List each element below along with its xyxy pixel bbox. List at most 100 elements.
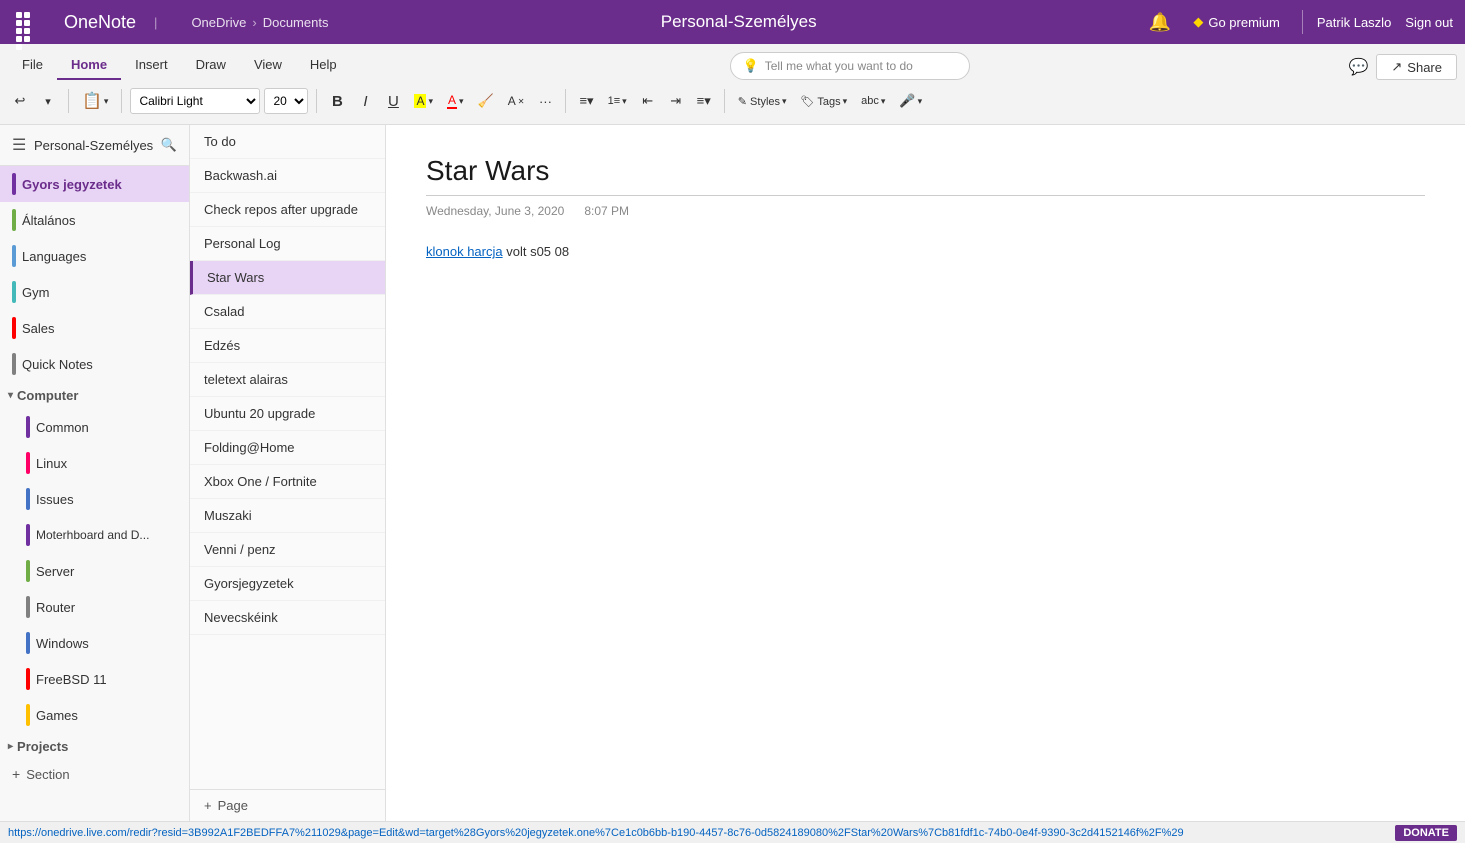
tab-help[interactable]: Help <box>296 51 351 80</box>
breadcrumb-documents[interactable]: Documents <box>263 15 329 30</box>
page-gyorsjegyzetek[interactable]: Gyorsjegyzetek <box>190 567 385 601</box>
indent-right-button[interactable]: ⇥ <box>664 87 688 115</box>
section-label-quick: Quick Notes <box>22 357 93 372</box>
eraser-button[interactable]: 🧹 <box>473 87 499 115</box>
breadcrumb-onedrive[interactable]: OneDrive <box>191 15 246 30</box>
section-games[interactable]: Games <box>14 697 189 733</box>
diamond-icon: ◆ <box>1193 14 1203 30</box>
section-linux[interactable]: Linux <box>14 445 189 481</box>
tab-draw[interactable]: Draw <box>182 51 240 80</box>
page-teletext[interactable]: teletext alairas <box>190 363 385 397</box>
highlight-button[interactable]: A▾ <box>409 87 438 115</box>
section-gyors-jegyzetek[interactable]: Gyors jegyzetek <box>0 166 189 202</box>
user-name[interactable]: Patrik Laszlo <box>1317 15 1391 30</box>
font-color-button[interactable]: A▾ <box>442 87 469 115</box>
page-xbox[interactable]: Xbox One / Fortnite <box>190 465 385 499</box>
bullets-button[interactable]: ≡▾ <box>574 87 598 115</box>
tell-me-box[interactable]: 💡 Tell me what you want to do <box>730 52 970 80</box>
note-link-klonok[interactable]: klonok harcja <box>426 244 503 259</box>
app-name: OneNote <box>64 12 136 33</box>
page-csalad[interactable]: Csalad <box>190 295 385 329</box>
section-common[interactable]: Common <box>14 409 189 445</box>
tool-sep-3 <box>316 89 317 113</box>
section-server[interactable]: Server <box>14 553 189 589</box>
page-personal-log[interactable]: Personal Log <box>190 227 385 261</box>
lightbulb-icon: 💡 <box>743 58 759 74</box>
align-button[interactable]: ≡▾ <box>692 87 716 115</box>
more-tools-button[interactable]: ··· <box>533 87 557 115</box>
go-premium-button[interactable]: ◆ Go premium <box>1185 10 1288 34</box>
spelling-button[interactable]: abc▾ <box>856 87 890 115</box>
section-label-gym: Gym <box>22 285 49 300</box>
note-title[interactable]: Star Wars <box>426 155 1425 196</box>
section-sales[interactable]: Sales <box>0 310 189 346</box>
undo-button[interactable]: ↩ <box>8 87 32 115</box>
page-muszaki[interactable]: Muszaki <box>190 499 385 533</box>
section-label-gyors: Gyors jegyzetek <box>22 177 122 192</box>
section-languages[interactable]: Languages <box>0 238 189 274</box>
hamburger-icon[interactable]: ☰ <box>12 135 26 155</box>
sidebar-search-icon[interactable]: 🔍 <box>161 137 177 153</box>
font-selector[interactable]: Calibri Light <box>130 88 260 114</box>
numbering-button[interactable]: 1≡▾ <box>603 87 632 115</box>
font-size-selector[interactable]: 20 <box>264 88 308 114</box>
share-button[interactable]: ↗ Share <box>1376 54 1457 80</box>
ribbon-tools: ↩ ▾ 📋▾ Calibri Light 20 B I U A▾ A▾ 🧹 A✕… <box>8 80 1457 124</box>
styles-button[interactable]: ✎ Styles▾ <box>733 87 792 115</box>
section-color-quick <box>12 353 16 375</box>
bell-icon[interactable]: 🔔 <box>1149 12 1171 33</box>
section-windows[interactable]: Windows <box>14 625 189 661</box>
section-router[interactable]: Router <box>14 589 189 625</box>
section-freebsd[interactable]: FreeBSD 11 <box>14 661 189 697</box>
underline-button[interactable]: U <box>381 87 405 115</box>
sign-out-link[interactable]: Sign out <box>1405 15 1453 30</box>
bold-button[interactable]: B <box>325 87 349 115</box>
add-page-button[interactable]: + Page <box>190 789 385 821</box>
section-label-languages: Languages <box>22 249 86 264</box>
section-label-linux: Linux <box>36 456 67 471</box>
tab-insert[interactable]: Insert <box>121 51 182 80</box>
breadcrumb: OneDrive › Documents <box>191 15 328 30</box>
page-check-repos[interactable]: Check repos after upgrade <box>190 193 385 227</box>
donate-button[interactable]: DONATE <box>1395 825 1457 841</box>
sidebar: ☰ Personal-Személyes 🔍 Gyors jegyzetek Á… <box>0 125 190 821</box>
go-premium-label: Go premium <box>1208 15 1280 30</box>
indent-left-button[interactable]: ⇤ <box>636 87 660 115</box>
page-ubuntu[interactable]: Ubuntu 20 upgrade <box>190 397 385 431</box>
section-gym[interactable]: Gym <box>0 274 189 310</box>
page-backwash[interactable]: Backwash.ai <box>190 159 385 193</box>
mic-button[interactable]: 🎤▾ <box>894 87 927 115</box>
tell-me-text: Tell me what you want to do <box>765 59 913 73</box>
notebook-title: Personal-Személyes <box>661 12 817 32</box>
italic-button[interactable]: I <box>353 87 377 115</box>
page-star-wars[interactable]: Star Wars <box>190 261 385 295</box>
group-projects[interactable]: ▸ Projects <box>0 733 189 760</box>
clipboard-button[interactable]: 📋▾ <box>77 87 113 115</box>
section-color-server <box>26 560 30 582</box>
tab-home[interactable]: Home <box>57 51 121 80</box>
section-quick-notes[interactable]: Quick Notes <box>0 346 189 382</box>
page-edzes[interactable]: Edzés <box>190 329 385 363</box>
section-issues[interactable]: Issues <box>14 481 189 517</box>
section-color-freebsd <box>26 668 30 690</box>
section-color-windows <box>26 632 30 654</box>
waffle-icon[interactable] <box>12 8 40 36</box>
note-area: Star Wars Wednesday, June 3, 2020 8:07 P… <box>386 125 1465 821</box>
section-motherboard[interactable]: Moterhboard and D... <box>14 517 189 553</box>
note-content[interactable]: klonok harcja volt s05 08 <box>426 242 1425 263</box>
format-clear-button[interactable]: A✕ <box>503 87 530 115</box>
tab-file[interactable]: File <box>8 51 57 80</box>
chat-icon[interactable]: 💬 <box>1348 57 1368 77</box>
add-section-button[interactable]: + Section <box>0 760 189 788</box>
tags-button[interactable]: 🏷 Tags▾ <box>796 87 853 115</box>
page-folding[interactable]: Folding@Home <box>190 431 385 465</box>
page-venni[interactable]: Venni / penz <box>190 533 385 567</box>
waffle-icon-container[interactable] <box>12 8 40 36</box>
group-computer[interactable]: ▾ Computer <box>0 382 189 409</box>
note-meta: Wednesday, June 3, 2020 8:07 PM <box>426 204 1425 218</box>
page-nevecskéink[interactable]: Nevecskéink <box>190 601 385 635</box>
redo-button[interactable]: ▾ <box>36 87 60 115</box>
tab-view[interactable]: View <box>240 51 296 80</box>
page-todo[interactable]: To do <box>190 125 385 159</box>
section-altalanos[interactable]: Általános <box>0 202 189 238</box>
